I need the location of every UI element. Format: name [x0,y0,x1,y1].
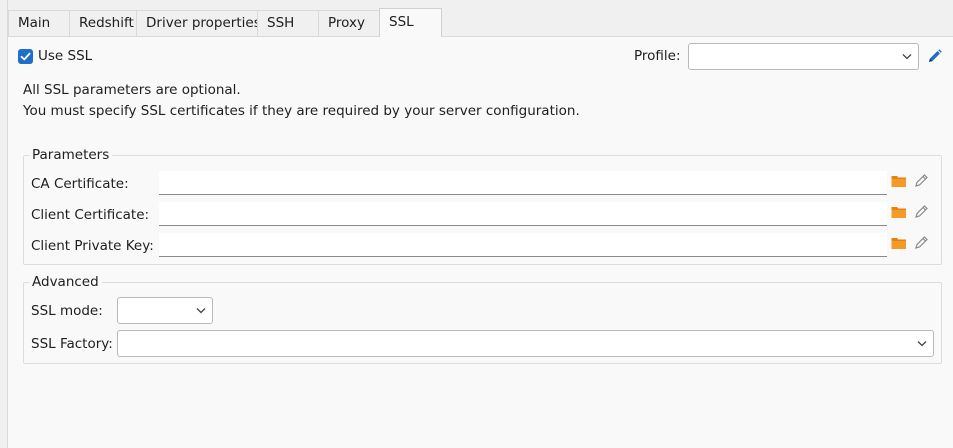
edit-profile-pencil-icon[interactable] [926,48,943,65]
use-ssl-label[interactable]: Use SSL [38,48,92,64]
edit-pencil-icon[interactable] [913,234,930,251]
chevron-down-icon [902,53,912,59]
chevron-down-icon [196,307,206,313]
client-certificate-input[interactable] [159,202,887,226]
tab-proxy[interactable]: Proxy [318,10,380,36]
profile-label: Profile: [634,48,681,64]
tab-label: Proxy [328,15,365,31]
edit-pencil-icon[interactable] [913,203,930,220]
tab-driver-properties[interactable]: Driver properties [136,10,261,36]
ssl-factory-select[interactable] [117,330,934,357]
parameters-legend: Parameters [29,147,113,163]
ssl-mode-label: SSL mode: [31,303,103,319]
folder-icon[interactable] [891,236,907,250]
tab-label: Redshift [79,15,134,31]
checkmark-icon [20,52,31,61]
ssl-info-line-1: All SSL parameters are optional. [23,82,241,98]
tab-bar: Main Redshift Driver properties SSH Prox… [8,8,953,37]
edit-pencil-icon[interactable] [913,172,930,189]
tab-redshift[interactable]: Redshift [69,10,137,36]
client-private-key-input[interactable] [159,233,887,257]
client-certificate-label: Client Certificate: [31,207,150,223]
ssl-mode-select[interactable] [117,297,213,324]
folder-icon[interactable] [891,174,907,188]
ca-certificate-input[interactable] [159,171,887,195]
use-ssl-checkbox[interactable] [18,49,33,64]
client-private-key-label: Client Private Key: [31,238,154,254]
ca-certificate-label: CA Certificate: [31,176,129,192]
tab-label: SSH [267,15,295,31]
tab-ssh[interactable]: SSH [257,10,319,36]
profile-select[interactable] [688,43,919,70]
tab-label: Driver properties [146,15,261,31]
chevron-down-icon [917,340,927,346]
advanced-legend: Advanced [29,274,102,290]
left-window-border [0,0,8,448]
tab-label: SSL [389,14,414,30]
ssl-info-line-2: You must specify SSL certificates if the… [23,103,580,119]
ssl-factory-label: SSL Factory: [31,336,113,352]
tab-main[interactable]: Main [8,10,70,36]
tab-label: Main [18,15,51,31]
folder-icon[interactable] [891,205,907,219]
tab-ssl[interactable]: SSL [379,8,442,37]
